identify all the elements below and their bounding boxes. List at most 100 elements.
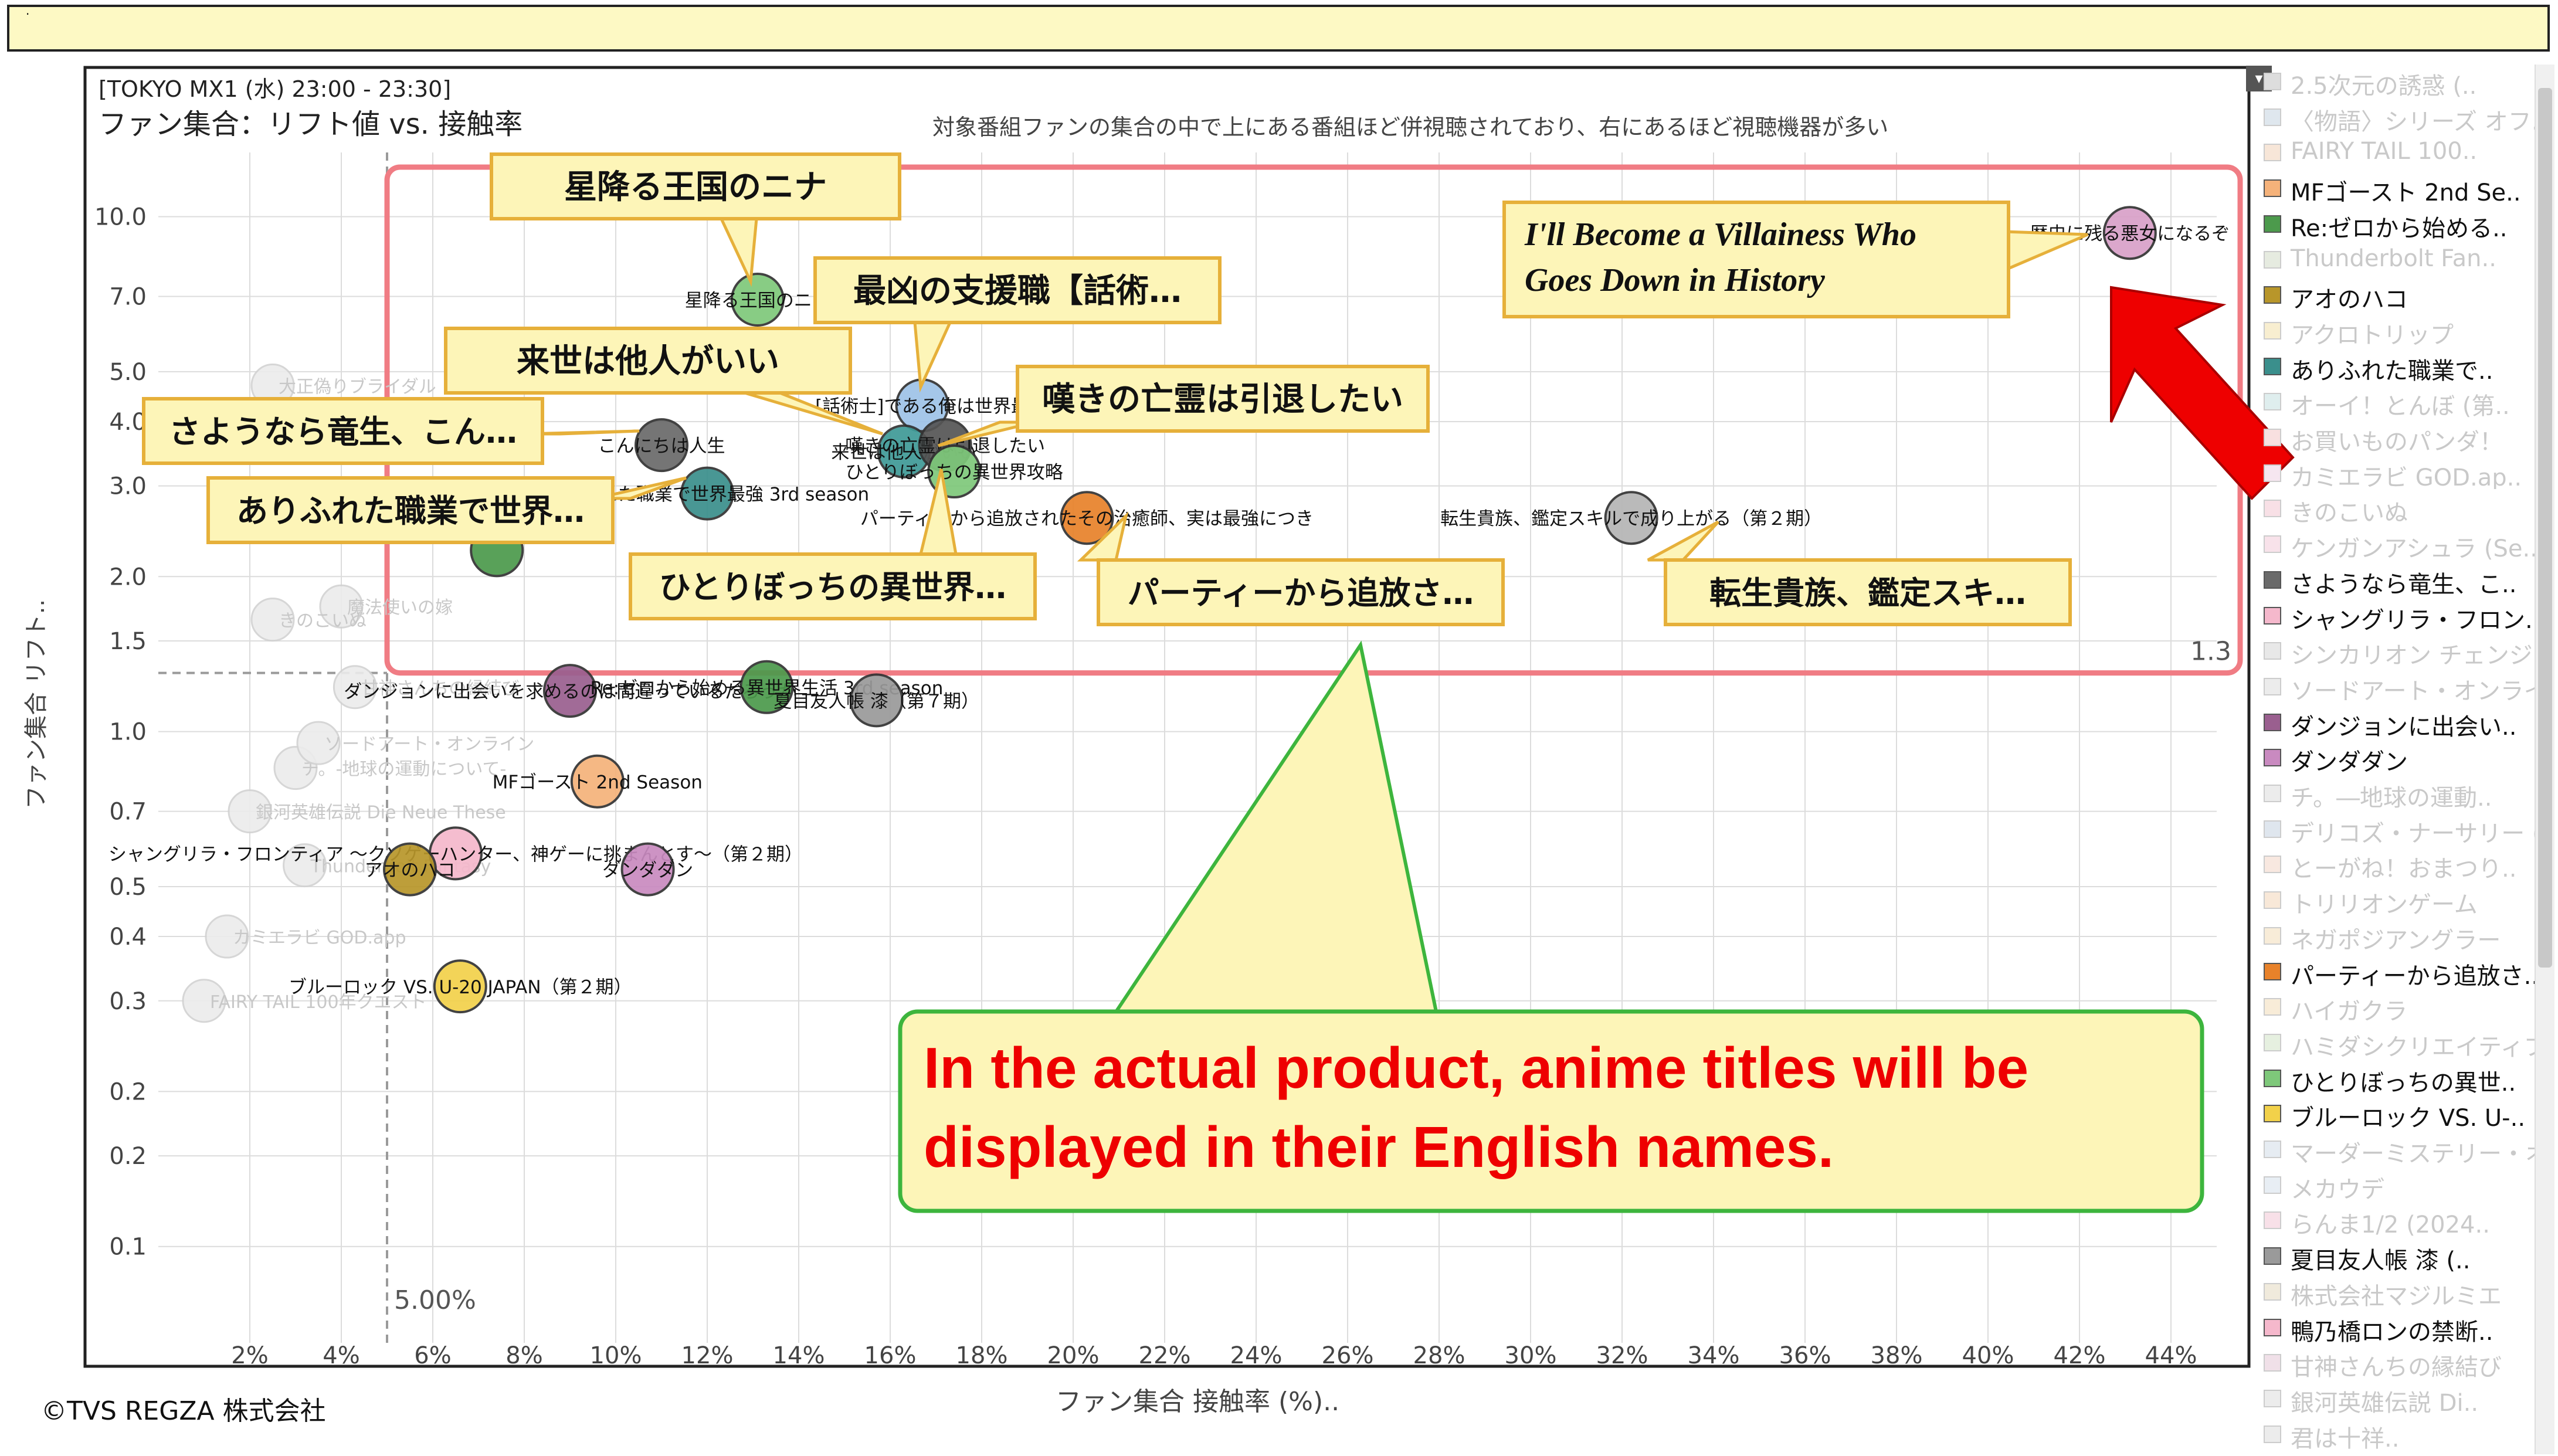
legend-scroll-thumb[interactable] — [2538, 88, 2552, 968]
x-tick-label: 40% — [1962, 1342, 2014, 1369]
chart-canvas: 5.00% 1.3 大正偽りブライダル 身代わり花嫁魔法使いの嫁きのこいぬチ。-… — [23, 66, 2295, 1417]
legend-label: チ。―地球の運動.. — [2291, 785, 2492, 809]
legend-item[interactable]: らんま1/2 (2024.. — [2264, 1203, 2545, 1236]
legend-item[interactable]: ソードアート・オンライ.. — [2264, 670, 2545, 702]
x-tick-label: 32% — [1596, 1342, 1648, 1369]
callout-text: さようなら竜生、こん… — [169, 413, 517, 450]
legend-item[interactable]: 鴨乃橋ロンの禁断.. — [2264, 1311, 2545, 1343]
legend-item[interactable]: ダンダダン — [2264, 741, 2545, 773]
legend-item[interactable]: カミエラビ GOD.ap.. — [2264, 456, 2545, 489]
legend-label: ハイガクラ — [2291, 998, 2408, 1023]
callout-text: 嘆きの亡霊は引退したい — [1042, 381, 1403, 419]
legend-item[interactable]: MFゴースト 2nd Se.. — [2264, 171, 2545, 204]
legend-item[interactable]: ブルーロック VS. U-.. — [2264, 1097, 2545, 1129]
chart-title: ファン集合：リフト値 vs. 接触率 — [99, 108, 523, 141]
legend-swatch — [2264, 357, 2281, 375]
legend: 2.5次元の誘惑 (.. 〈物語〉シリーズ オフ.. FAIRY TAIL 100.… — [2264, 65, 2545, 1454]
legend-item[interactable]: シャングリラ・フロン.. — [2264, 599, 2545, 632]
y-tick-label: 0.1 — [109, 1234, 147, 1261]
legend-item[interactable]: さようなら竜生、こ.. — [2264, 563, 2545, 596]
legend-item[interactable]: アオのハコ — [2264, 278, 2545, 311]
legend-item[interactable]: 君は十祥.. — [2264, 1417, 2545, 1450]
x-tick-label: 8% — [506, 1342, 542, 1369]
legend-label: デリコズ・ナーサリー (.. — [2291, 820, 2545, 845]
legend-swatch — [2264, 1282, 2281, 1301]
legend-item[interactable]: ひとりぼっちの異世.. — [2264, 1061, 2545, 1094]
callout-text: ありふれた職業で世界… — [236, 493, 585, 530]
x-tick-label: 26% — [1322, 1342, 1374, 1369]
legend-item[interactable]: ネガポジアングラー — [2264, 919, 2545, 952]
legend-item[interactable]: オーイ！とんぼ (第.. — [2264, 385, 2545, 418]
legend-label: シャングリラ・フロン.. — [2291, 606, 2540, 632]
legend-item[interactable]: FAIRY TAIL 100.. — [2264, 135, 2545, 168]
legend-label: ソードアート・オンライ.. — [2291, 677, 2545, 702]
legend-label: きのこいぬ — [2291, 500, 2408, 525]
legend-item[interactable]: マーダーミステリー・オ.. — [2264, 1132, 2545, 1165]
x-tick-label: 30% — [1505, 1342, 1557, 1369]
legend-label: ハミダシクリエイティブ — [2291, 1033, 2545, 1058]
y-tick-label: 4.0 — [109, 409, 147, 436]
legend-item[interactable]: メカウデ — [2264, 1168, 2545, 1201]
legend-label: Thunderbolt Fan.. — [2291, 245, 2496, 272]
legend-item[interactable]: チ。―地球の運動.. — [2264, 776, 2545, 809]
legend-swatch — [2264, 998, 2281, 1016]
legend-swatch — [2264, 321, 2281, 340]
legend-item[interactable]: ケンガンアシュラ (Se.. — [2264, 527, 2545, 560]
legend-item[interactable]: シンカリオン チェンジ.. — [2264, 634, 2545, 667]
callout-text: 星降る王国のニナ — [564, 168, 827, 206]
legend-item[interactable]: 株式会社マジルミエ — [2264, 1275, 2545, 1308]
legend-label: パーティーから追放さ.. — [2291, 962, 2539, 987]
data-point-label: アオのハコ — [365, 860, 456, 881]
legend-item[interactable]: 夏目友人帳 漆 (.. — [2264, 1239, 2545, 1272]
legend-label: お買いものパンダ！ — [2291, 429, 2503, 453]
y-tick-label: 0.7 — [109, 799, 147, 826]
legend-item[interactable]: ダンジョンに出会い.. — [2264, 705, 2545, 738]
copyright-text: ©TVS REGZA 株式会社 — [41, 1396, 326, 1426]
legend-item[interactable]: Re:ゼロから始める.. — [2264, 207, 2545, 240]
y-tick-label: 7.0 — [109, 284, 147, 311]
legend-swatch — [2264, 1425, 2281, 1443]
chart-caption: 対象番組ファンの集合の中で上にある番組ほど併視聴されており、右にあるほど視聴機器… — [932, 114, 1888, 140]
data-point-label: 夏目友人帳 漆（第７期） — [773, 691, 979, 712]
x-tick-label: 10% — [590, 1342, 642, 1369]
chart-subtitle: [TOKYO MX1 (水) 23:00 - 23:30] — [99, 76, 451, 102]
legend-item[interactable]: ハイガクラ — [2264, 990, 2545, 1023]
legend-label: 鴨乃橋ロンの禁断.. — [2291, 1318, 2493, 1343]
y-tick-label: 10.0 — [94, 204, 147, 231]
legend-label: 夏目友人帳 漆 (.. — [2291, 1247, 2471, 1272]
legend-item[interactable]: パーティーから追放さ.. — [2264, 955, 2545, 987]
faded-point-label: チ。-地球の運動について- — [301, 759, 506, 780]
legend-item[interactable]: お買いものパンダ！ — [2264, 420, 2545, 453]
legend-label: マーダーミステリー・オ.. — [2291, 1141, 2545, 1165]
legend-label: ブルーロック VS. U-.. — [2291, 1105, 2526, 1130]
legend-item[interactable]: アクロトリップ — [2264, 314, 2545, 347]
legend-item[interactable]: 甘神さんちの縁結び — [2264, 1346, 2545, 1379]
legend-label: シンカリオン チェンジ.. — [2291, 642, 2545, 667]
legend-swatch — [2264, 1318, 2281, 1336]
legend-swatch — [2264, 713, 2281, 731]
legend-item[interactable]: とーがね！おまつり.. — [2264, 847, 2545, 880]
legend-item[interactable]: きのこいぬ — [2264, 491, 2545, 524]
legend-item[interactable]: 2.5次元の誘惑 (.. — [2264, 65, 2545, 97]
x-tick-label: 28% — [1413, 1342, 1465, 1369]
legend-swatch — [2264, 571, 2281, 589]
legend-item[interactable]: トリリオンゲーム — [2264, 883, 2545, 916]
faded-point-label: きのこいぬ — [279, 611, 367, 632]
legend-item[interactable]: ハミダシクリエイティブ — [2264, 1026, 2545, 1058]
legend-item[interactable]: 〈物語〉シリーズ オフ.. — [2264, 100, 2545, 133]
legend-item[interactable]: デリコズ・ナーサリー (.. — [2264, 812, 2545, 845]
legend-label: ダンジョンに出会い.. — [2291, 713, 2517, 738]
legend-item[interactable]: 銀河英雄伝説 Di.. — [2264, 1382, 2545, 1414]
legend-swatch — [2264, 179, 2281, 198]
villainess-callout-text-line1: I'll Become a Villainess Who — [1524, 216, 1916, 253]
callout-text: 最凶の支援職【話術… — [853, 272, 1182, 310]
legend-scrollbar[interactable] — [2535, 65, 2554, 1454]
legend-label: ひとりぼっちの異世.. — [2291, 1069, 2516, 1094]
legend-item[interactable]: Thunderbolt Fan.. — [2264, 243, 2545, 276]
y-tick-label: 1.0 — [109, 719, 147, 746]
legend-label: アオのハコ — [2291, 286, 2408, 311]
data-point-label: こんにちは人生 — [598, 436, 725, 457]
legend-item[interactable]: ありふれた職業で.. — [2264, 349, 2545, 382]
x-tick-label: 44% — [2145, 1342, 2197, 1369]
legend-swatch — [2264, 785, 2281, 802]
